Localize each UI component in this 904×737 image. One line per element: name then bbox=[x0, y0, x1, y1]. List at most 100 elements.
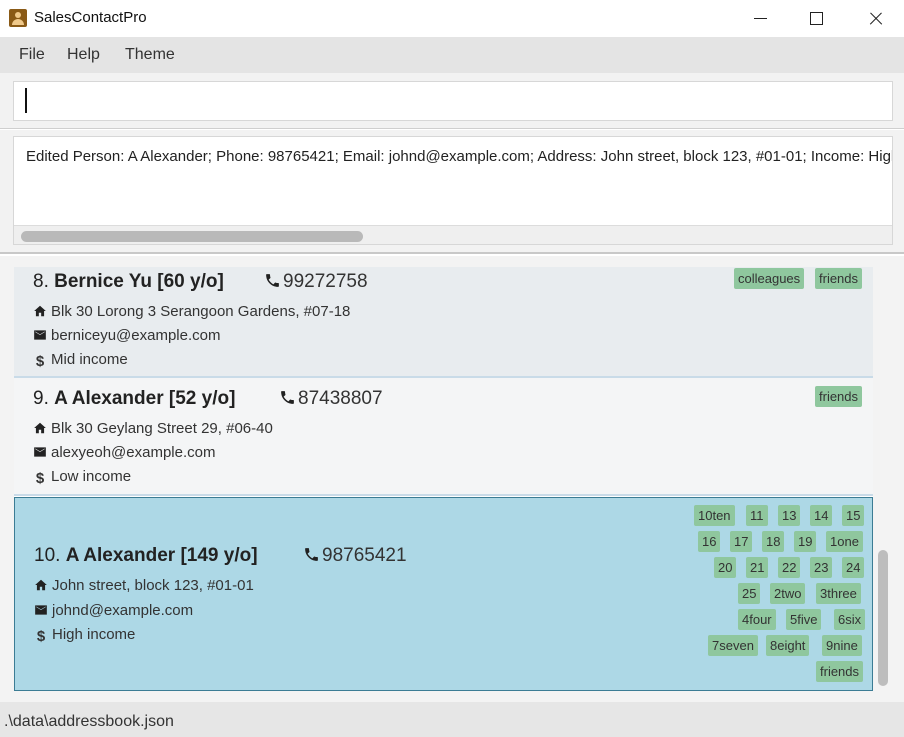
home-icon bbox=[35, 579, 47, 591]
person-income: Low income bbox=[51, 468, 132, 485]
menu-help[interactable]: Help bbox=[67, 46, 100, 64]
person-name: Bernice Yu [60 y/o] bbox=[54, 271, 224, 292]
dollar-icon: $ bbox=[35, 353, 45, 370]
mail-icon bbox=[34, 330, 46, 340]
tag-badge: 21 bbox=[746, 557, 769, 578]
person-list-scrollbar[interactable] bbox=[876, 267, 890, 691]
person-income-line: $ Mid income bbox=[33, 351, 128, 369]
tag-badge: friends bbox=[815, 268, 863, 289]
tag-badge: 13 bbox=[778, 505, 801, 526]
person-phone-line: 99272758 bbox=[264, 271, 368, 293]
person-list-panel: 8. Bernice Yu [60 y/o] 99272758 Blk 30 L… bbox=[0, 256, 904, 702]
tag-badge: 3three bbox=[816, 583, 861, 604]
text-caret bbox=[25, 88, 27, 113]
title-bar: SalesContactPro bbox=[0, 0, 904, 37]
person-phone: 98765421 bbox=[322, 545, 407, 566]
command-input[interactable] bbox=[13, 81, 893, 121]
maximize-button[interactable] bbox=[794, 0, 840, 37]
person-income: Mid income bbox=[51, 351, 128, 368]
tag-badge: 22 bbox=[778, 557, 801, 578]
tag-badge: 5five bbox=[786, 609, 822, 630]
tag-badge: 20 bbox=[714, 557, 737, 578]
person-email-line: berniceyu@example.com bbox=[33, 327, 220, 344]
person-name: A Alexander [149 y/o] bbox=[65, 545, 258, 566]
mail-icon bbox=[34, 447, 46, 457]
person-income: High income bbox=[52, 626, 136, 643]
tag-badge: 25 bbox=[738, 583, 761, 604]
person-email-line: alexyeoh@example.com bbox=[33, 444, 215, 461]
tag-badge: 15 bbox=[842, 505, 865, 526]
person-income-line: $ Low income bbox=[33, 468, 131, 486]
tag-badge: 6six bbox=[834, 609, 866, 630]
person-card[interactable]: 9. A Alexander [52 y/o] 87438807 Blk 30 … bbox=[14, 378, 873, 496]
person-email-line: johnd@example.com bbox=[34, 602, 193, 619]
person-phone: 99272758 bbox=[283, 271, 368, 292]
person-income-line: $ High income bbox=[34, 626, 136, 645]
phone-icon bbox=[281, 391, 294, 404]
minimize-button[interactable] bbox=[738, 0, 784, 37]
tag-badge: 1one bbox=[826, 531, 863, 552]
tag-badge: 4four bbox=[738, 609, 776, 630]
person-address: Blk 30 Geylang Street 29, #06-40 bbox=[51, 420, 273, 437]
person-address: John street, block 123, #01-01 bbox=[52, 577, 254, 594]
person-name-line: 8. Bernice Yu [60 y/o] bbox=[33, 271, 224, 293]
tag-badge: 14 bbox=[810, 505, 833, 526]
person-address-line: Blk 30 Geylang Street 29, #06-40 bbox=[33, 420, 273, 437]
person-address: Blk 30 Lorong 3 Serangoon Gardens, #07-1… bbox=[51, 303, 351, 320]
result-scrollbar-thumb[interactable] bbox=[21, 231, 363, 242]
person-email: johnd@example.com bbox=[52, 602, 194, 619]
person-index: 8. bbox=[33, 271, 49, 292]
result-message: Edited Person: A Alexander; Phone: 98765… bbox=[26, 148, 892, 165]
person-card[interactable]: 8. Bernice Yu [60 y/o] 99272758 Blk 30 L… bbox=[14, 267, 873, 378]
tag-badge: 11 bbox=[746, 505, 768, 526]
person-name: A Alexander [52 y/o] bbox=[54, 388, 236, 409]
result-display[interactable]: Edited Person: A Alexander; Phone: 98765… bbox=[13, 136, 893, 245]
person-address-line: John street, block 123, #01-01 bbox=[34, 577, 254, 594]
person-index: 10. bbox=[34, 545, 61, 566]
result-horizontal-scrollbar[interactable] bbox=[14, 225, 892, 244]
person-address-line: Blk 30 Lorong 3 Serangoon Gardens, #07-1… bbox=[33, 303, 350, 320]
menu-theme[interactable]: Theme bbox=[125, 46, 175, 64]
person-list-scrollbar-thumb[interactable] bbox=[878, 550, 888, 686]
save-location: .\data\addressbook.json bbox=[4, 713, 174, 730]
tag-badge: 17 bbox=[730, 531, 753, 552]
person-name-line: 10. A Alexander [149 y/o] bbox=[34, 545, 258, 567]
tag-badge: 8eight bbox=[766, 635, 810, 656]
dollar-icon: $ bbox=[36, 628, 46, 645]
home-icon bbox=[34, 422, 46, 434]
menu-file[interactable]: File bbox=[19, 46, 45, 64]
person-card-selected[interactable]: 10. A Alexander [149 y/o] 98765421 John … bbox=[14, 497, 873, 691]
status-bar: .\data\addressbook.json bbox=[0, 702, 904, 737]
window-title: SalesContactPro bbox=[34, 9, 147, 26]
tag-badge: 18 bbox=[762, 531, 785, 552]
result-display-panel: Edited Person: A Alexander; Phone: 98765… bbox=[0, 130, 904, 254]
tag-badge: 19 bbox=[794, 531, 817, 552]
person-phone-line: 98765421 bbox=[303, 545, 407, 567]
tag-badge: friends bbox=[815, 386, 863, 407]
menu-bar: File Help Theme bbox=[0, 37, 904, 73]
tag-badge: 23 bbox=[810, 557, 833, 578]
app-contact-icon bbox=[9, 9, 27, 27]
person-phone: 87438807 bbox=[298, 388, 383, 409]
tag-badge: 2two bbox=[770, 583, 806, 604]
tag-badge: friends bbox=[816, 661, 864, 682]
tag-badge: 9nine bbox=[822, 635, 862, 656]
tag-badge: 7seven bbox=[708, 635, 758, 656]
person-email: alexyeoh@example.com bbox=[51, 444, 216, 461]
home-icon bbox=[34, 305, 46, 317]
tag-badge: 16 bbox=[698, 531, 721, 552]
tag-badge: 10ten bbox=[694, 505, 735, 526]
tag-badge: colleagues bbox=[734, 268, 805, 289]
person-list[interactable]: 8. Bernice Yu [60 y/o] 99272758 Blk 30 L… bbox=[14, 267, 873, 691]
person-index: 9. bbox=[33, 388, 49, 409]
dollar-icon: $ bbox=[35, 470, 45, 487]
tag-badge: 24 bbox=[842, 557, 865, 578]
phone-icon bbox=[305, 548, 318, 561]
command-box-panel bbox=[0, 73, 904, 129]
phone-icon bbox=[266, 274, 279, 287]
person-name-line: 9. A Alexander [52 y/o] bbox=[33, 388, 235, 410]
person-email: berniceyu@example.com bbox=[51, 327, 221, 344]
close-button[interactable] bbox=[852, 0, 898, 37]
mail-icon bbox=[35, 605, 47, 615]
person-phone-line: 87438807 bbox=[279, 388, 383, 410]
